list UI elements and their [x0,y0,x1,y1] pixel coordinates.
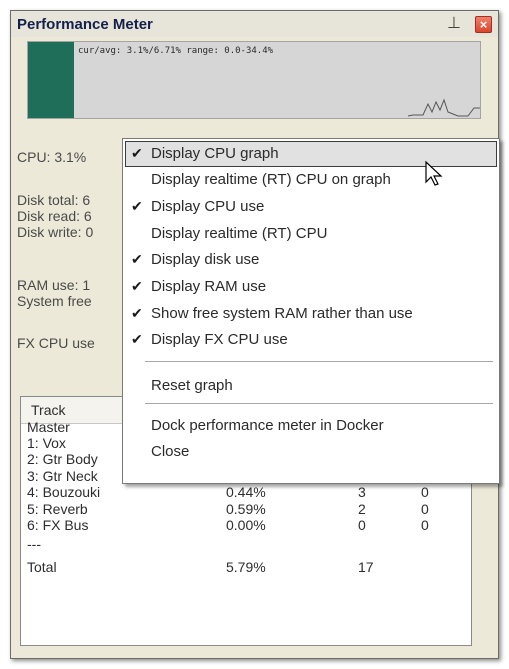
table-cell-name: 2: Gtr Body [27,451,98,467]
table-cell-fx: 3 [358,484,366,500]
menu-item-show-free-system-ram-rather-than-use[interactable]: ✔ Show free system RAM rather than use [125,301,497,327]
menu-item-label: Display FX CPU use [151,331,288,348]
table-cell-name: 1: Vox [27,435,66,451]
table-cell-name: Total [27,559,57,575]
disk-write-label: Disk write: 0 [17,224,94,240]
table-cell-name: --- [27,536,41,552]
table-cell-fx: 17 [358,559,374,575]
checkmark-icon: ✔ [131,251,143,267]
fx-cpu-label: FX CPU use [17,335,95,351]
table-cell-cpu: 0.59% [226,501,266,517]
table-cell-fx: 0 [358,517,366,533]
column-header-track[interactable]: Track [31,402,65,418]
menu-item-label: Display disk use [151,251,260,268]
menu-item-display-realtime-rt-cpu[interactable]: Display realtime (RT) CPU [125,221,497,247]
menu-item-label: Display realtime (RT) CPU on graph [151,171,391,188]
menu-item-close[interactable]: Close [125,439,497,465]
table-cell-name: Master [27,419,70,435]
table-cell-pdc: 0 [421,517,429,533]
menu-item-label: Dock performance meter in Docker [151,417,384,434]
checkmark-icon: ✔ [131,331,143,347]
table-cell-name: 4: Bouzouki [27,484,101,500]
table-cell-fx: 2 [358,501,366,517]
menu-separator [145,361,493,362]
menu-separator [145,403,493,404]
checkmark-icon: ✔ [131,145,143,161]
context-menu: ✔ Display CPU graph Display realtime (RT) … [122,138,500,484]
menu-item-label: Show free system RAM rather than use [151,305,413,322]
table-cell-name: 5: Reverb [27,501,88,517]
close-icon[interactable]: × [475,16,492,33]
menu-item-reset-graph[interactable]: Reset graph [125,373,497,399]
menu-item-display-disk-use[interactable]: ✔ Display disk use [125,247,497,273]
ram-use-label: RAM use: 1 [17,277,91,293]
menu-item-display-cpu-use[interactable]: ✔ Display CPU use [125,194,497,220]
checkmark-icon: ✔ [131,278,143,294]
disk-read-label: Disk read: 6 [17,208,92,224]
menu-item-label: Display CPU graph [151,145,279,162]
table-cell-pdc: 0 [421,501,429,517]
cpu-graph: cur/avg: 3.1%/6.71% range: 0.0-34.4% [27,41,481,119]
menu-item-label: Display realtime (RT) CPU [151,225,328,242]
menu-item-dock-performance-meter-in-docker[interactable]: Dock performance meter in Docker [125,413,497,439]
cpu-graph-trace [407,98,480,117]
menu-item-label: Display RAM use [151,278,267,295]
table-cell-pdc: 0 [421,484,429,500]
checkmark-icon: ✔ [131,305,143,321]
disk-total-label: Disk total: 6 [17,192,91,208]
menu-item-display-fx-cpu-use[interactable]: ✔ Display FX CPU use [125,327,497,353]
window-title: Performance Meter [17,16,153,33]
menu-item-label: Display CPU use [151,198,265,215]
system-free-label: System free [17,293,92,309]
menu-item-label: Reset graph [151,377,233,394]
table-cell-name: 6: FX Bus [27,517,89,533]
table-cell-name: 3: Gtr Neck [27,468,98,484]
mouse-cursor-icon [425,160,443,186]
title-bar[interactable]: Performance Meter ⊥ × [11,11,498,37]
table-cell-cpu: 5.79% [226,559,266,575]
checkmark-icon: ✔ [131,198,143,214]
table-cell-cpu: 0.00% [226,517,266,533]
table-cell-cpu: 0.44% [226,484,266,500]
menu-item-label: Close [151,443,190,460]
pin-icon[interactable]: ⊥ [446,15,462,33]
cpu-use-label: CPU: 3.1% [17,149,87,165]
menu-item-display-ram-use[interactable]: ✔ Display RAM use [125,274,497,300]
